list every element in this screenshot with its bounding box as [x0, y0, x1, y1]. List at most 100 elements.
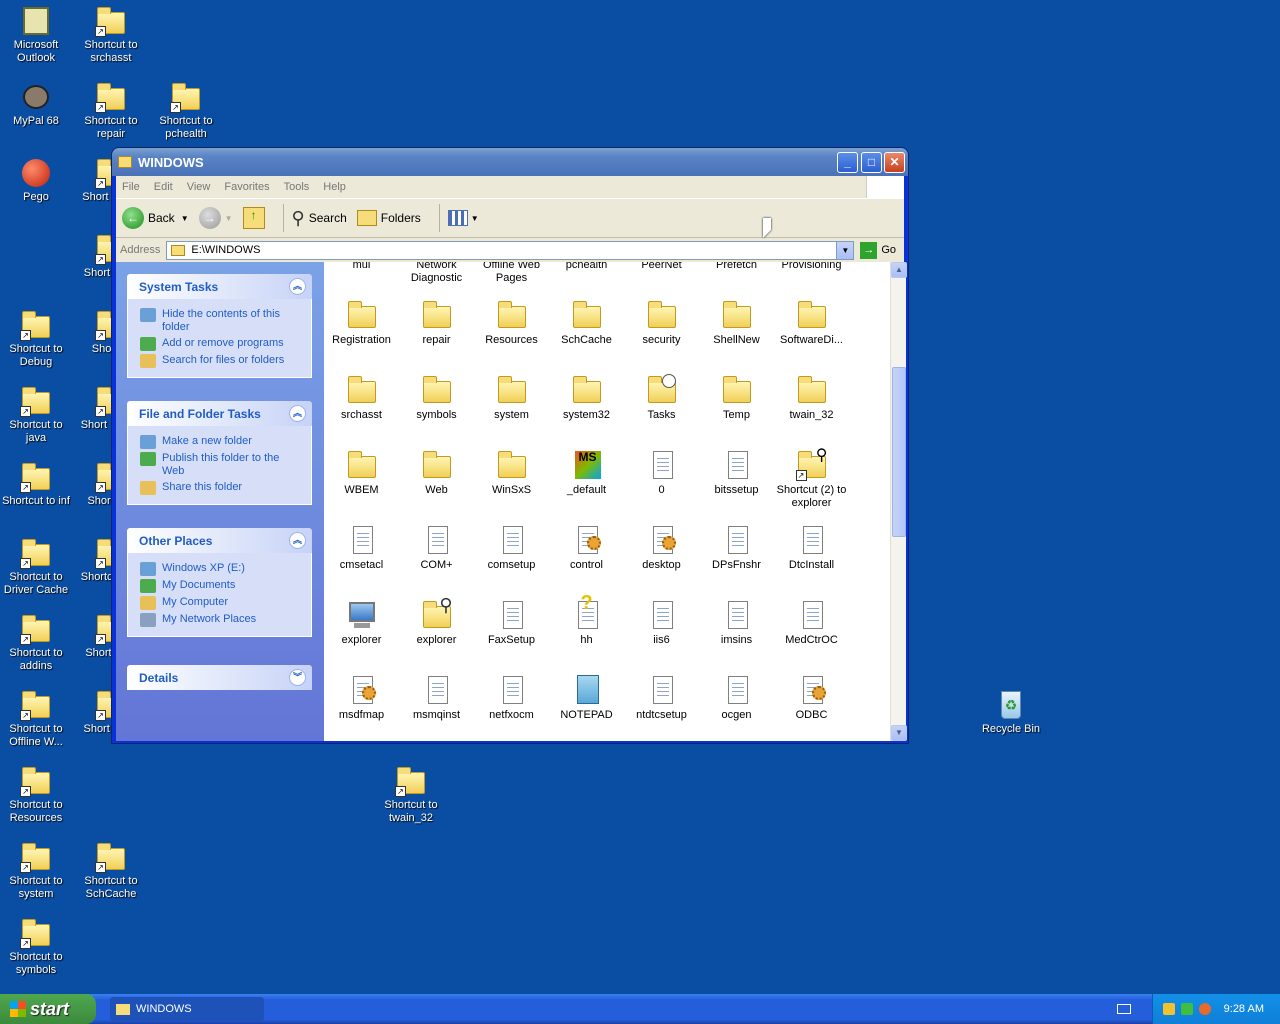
go-button[interactable]: → Go — [860, 241, 896, 259]
collapse-chevron-icon[interactable]: ︽ — [289, 532, 306, 549]
file-item[interactable]: Network Diagnostic — [399, 262, 474, 285]
file-item[interactable]: Web — [399, 449, 474, 497]
file-item[interactable]: FaxSetup — [474, 599, 549, 647]
other-places-header[interactable]: Other Places ︽ — [127, 528, 312, 553]
file-item[interactable]: ⚲ explorer — [399, 596, 474, 647]
collapse-chevron-icon[interactable]: ︽ — [289, 278, 306, 295]
task-link[interactable]: Add or remove programs — [140, 337, 303, 351]
desktop-icon[interactable]: ↗ Shortcut to system — [0, 841, 74, 901]
desktop-icon[interactable]: ↗ Shortcut to pchealth — [148, 81, 224, 141]
menu-item-file[interactable]: File — [122, 181, 140, 193]
file-item[interactable]: mui — [324, 262, 399, 272]
scroll-down-button[interactable]: ▼ — [891, 725, 907, 741]
file-item[interactable]: MS _default — [549, 449, 624, 497]
details-header[interactable]: Details ︾ — [127, 665, 312, 690]
explorer-window[interactable]: WINDOWS _ □ ✕ File Edit View Favorites Tools… — [111, 147, 909, 744]
file-item[interactable]: DtcInstall — [774, 524, 849, 572]
file-item[interactable]: Offline Web Pages — [474, 262, 549, 285]
file-item[interactable]: comsetup — [474, 524, 549, 572]
file-item[interactable]: SchCache — [549, 299, 624, 347]
file-item[interactable]: 0 — [624, 449, 699, 497]
file-item[interactable]: srchasst — [324, 374, 399, 422]
file-item[interactable]: Prefetch — [699, 262, 774, 272]
security-shield-icon[interactable] — [1163, 1003, 1175, 1015]
file-item[interactable]: security — [624, 299, 699, 347]
expand-chevron-icon[interactable]: ︾ — [289, 669, 306, 686]
file-item[interactable]: COM+ — [399, 524, 474, 572]
file-item[interactable]: Provisioning — [774, 262, 849, 272]
desktop-icon[interactable]: ↗ Shortcut to srchasst — [73, 5, 149, 65]
chevron-down-icon[interactable]: ▼ — [181, 214, 189, 223]
forward-button[interactable]: → ▼ — [198, 207, 233, 229]
file-item[interactable]: ShellNew — [699, 299, 774, 347]
taskbar-item-windows[interactable]: WINDOWS — [110, 997, 264, 1021]
file-item[interactable]: twain_32 — [774, 374, 849, 422]
desktop-icon[interactable]: ↗ Shortcut to inf — [0, 461, 74, 508]
desktop-icon[interactable]: MyPal 68 — [0, 81, 74, 128]
desktop-icon[interactable]: ↗ Shortcut to SchCache — [73, 841, 149, 901]
scroll-up-button[interactable]: ▲ — [891, 262, 907, 278]
menu-item-view[interactable]: View — [187, 181, 211, 193]
file-item[interactable]: Temp — [699, 374, 774, 422]
task-link[interactable]: Share this folder — [140, 481, 303, 495]
search-button[interactable]: ⚲ Search — [292, 208, 347, 229]
up-folder-button[interactable]: ↑ — [242, 207, 265, 229]
file-item[interactable]: ODBC — [774, 674, 849, 722]
file-item[interactable]: WinSxS — [474, 449, 549, 497]
clock[interactable]: 9:28 AM — [1224, 1003, 1264, 1015]
file-folder-tasks-header[interactable]: File and Folder Tasks ︽ — [127, 401, 312, 426]
file-item[interactable]: MedCtrOC — [774, 599, 849, 647]
desktop-icon[interactable]: ↗ Shortcut to java — [0, 385, 74, 445]
file-item[interactable]: system32 — [549, 374, 624, 422]
desktop-icon[interactable]: ↗ Shortcut to Resources — [0, 765, 74, 825]
menu-item-favorites[interactable]: Favorites — [224, 181, 269, 193]
vertical-scrollbar[interactable]: ▲ ▼ — [890, 262, 907, 741]
folders-button[interactable]: Folders — [356, 210, 421, 226]
task-link[interactable]: My Computer — [140, 596, 303, 610]
desktop-icon[interactable]: Pego — [0, 157, 74, 204]
menu-item-edit[interactable]: Edit — [154, 181, 173, 193]
file-item[interactable]: system — [474, 374, 549, 422]
task-link[interactable]: Windows XP (E:) — [140, 562, 303, 576]
network-icon[interactable] — [1181, 1003, 1193, 1015]
file-item[interactable]: msmqinst — [399, 674, 474, 722]
file-item[interactable]: repair — [399, 299, 474, 347]
desktop-icon[interactable]: ↗ Shortcut to symbols — [0, 917, 74, 977]
file-item[interactable]: desktop — [624, 524, 699, 572]
desktop-icon[interactable]: Microsoft Outlook — [0, 5, 74, 65]
file-item[interactable]: iis6 — [624, 599, 699, 647]
task-link[interactable]: Hide the contents of this folder — [140, 308, 303, 334]
file-item[interactable]: PeerNet — [624, 262, 699, 272]
file-item[interactable]: ntdtcsetup — [624, 674, 699, 722]
file-item[interactable]: netfxocm — [474, 674, 549, 722]
task-link[interactable]: Make a new folder — [140, 435, 303, 449]
file-item[interactable]: imsins — [699, 599, 774, 647]
keyboard-icon[interactable] — [1117, 1004, 1131, 1014]
file-item[interactable]: WBEM — [324, 449, 399, 497]
task-link[interactable]: Publish this folder to the Web — [140, 452, 303, 478]
desktop-icon[interactable]: ↗ Shortcut to Debug — [0, 309, 74, 369]
file-item[interactable]: msdfmap — [324, 674, 399, 722]
desktop-icon[interactable]: ↗ Shortcut to Driver Cache — [0, 537, 74, 597]
system-tasks-header[interactable]: System Tasks ︽ — [127, 274, 312, 299]
file-item[interactable]: NOTEPAD — [549, 674, 624, 722]
close-button[interactable]: ✕ — [884, 152, 905, 173]
file-item[interactable]: DPsFnshr — [699, 524, 774, 572]
file-item[interactable]: cmsetacl — [324, 524, 399, 572]
file-item[interactable]: ? hh — [549, 593, 624, 647]
task-link[interactable]: My Documents — [140, 579, 303, 593]
file-item[interactable]: SoftwareDi... — [774, 299, 849, 347]
file-item[interactable]: Tasks — [624, 374, 699, 422]
maximize-button[interactable]: □ — [861, 152, 882, 173]
menu-item-help[interactable]: Help — [323, 181, 346, 193]
task-link[interactable]: My Network Places — [140, 613, 303, 627]
file-item[interactable]: Registration — [324, 299, 399, 347]
file-item[interactable]: symbols — [399, 374, 474, 422]
address-dropdown-button[interactable]: ▼ — [836, 241, 854, 259]
task-link[interactable]: Search for files or folders — [140, 354, 303, 368]
file-item[interactable]: control — [549, 524, 624, 572]
collapse-chevron-icon[interactable]: ︽ — [289, 405, 306, 422]
search-tray-icon[interactable] — [1199, 1003, 1211, 1015]
menu-item-tools[interactable]: Tools — [284, 181, 310, 193]
file-item[interactable]: ⚲ ↗ Shortcut (2) to explorer — [774, 448, 849, 510]
